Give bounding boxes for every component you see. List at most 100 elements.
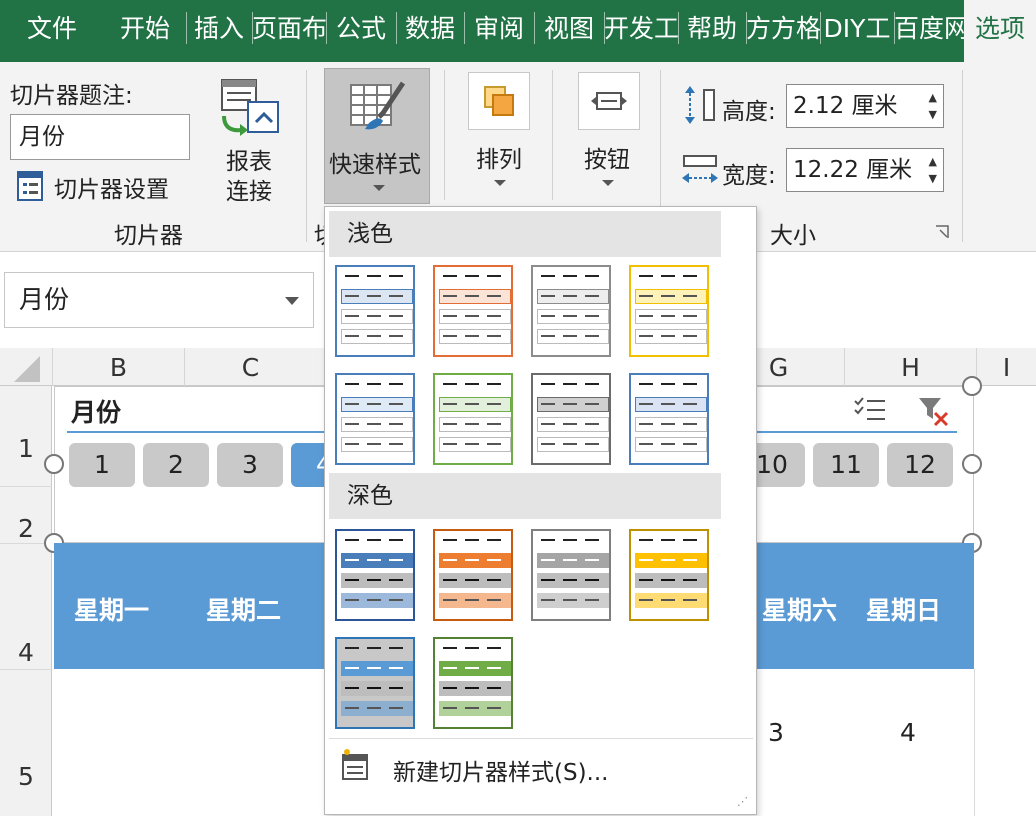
light-slicer-style-5[interactable] — [335, 373, 415, 465]
slicer-settings-button[interactable]: 切片器设置 — [54, 170, 169, 204]
buttons-button[interactable]: 按钮 — [584, 140, 630, 174]
style-preview-dash — [465, 295, 479, 297]
style-preview-dash — [563, 423, 577, 425]
resize-grip-icon[interactable]: ⋰ — [737, 795, 748, 808]
slicer-item-2[interactable]: 2 — [143, 443, 209, 487]
style-preview-dash — [345, 295, 359, 297]
buttons-icon[interactable] — [578, 72, 640, 130]
tab-data[interactable]: 数据 — [396, 0, 464, 62]
chevron-down-icon[interactable] — [285, 297, 299, 305]
dark-slicer-style-3[interactable] — [531, 529, 611, 621]
slicer-item-3[interactable]: 3 — [217, 443, 283, 487]
resize-handle[interactable] — [962, 454, 982, 474]
cell-h5[interactable]: 4 — [900, 718, 916, 747]
tab-home[interactable]: 开始 — [104, 0, 186, 62]
multi-select-icon[interactable] — [853, 395, 887, 425]
dark-slicer-style-5[interactable] — [335, 637, 415, 729]
tab-formulas[interactable]: 公式 — [326, 0, 396, 62]
style-preview-dash — [639, 539, 653, 541]
resize-handle[interactable] — [962, 376, 982, 396]
clear-filter-icon[interactable] — [917, 395, 951, 427]
report-connections-line2[interactable]: 连接 — [226, 172, 272, 206]
style-preview-dash — [389, 539, 403, 541]
style-preview-dash — [465, 275, 479, 277]
arrange-dropdown-icon — [494, 180, 506, 186]
style-preview-dash — [661, 539, 675, 541]
cell-g5[interactable]: 3 — [768, 718, 784, 747]
slicer-caption-input[interactable]: 月份 — [10, 114, 190, 160]
tab-developer[interactable]: 开发工 — [604, 0, 678, 62]
column-header-i[interactable]: I — [976, 348, 1036, 386]
style-preview-dash — [443, 647, 457, 649]
dark-slicer-style-4[interactable] — [629, 529, 709, 621]
style-preview-dash — [367, 559, 381, 561]
slicer-item-12[interactable]: 12 — [887, 443, 953, 487]
weekday-saturday: 星期六 — [762, 591, 837, 627]
select-all-icon[interactable] — [14, 356, 40, 382]
tab-diy[interactable]: DIY工 — [820, 0, 894, 62]
height-spinner[interactable]: 2.12 厘米 ▲▼ — [786, 84, 944, 128]
size-dialog-launcher-icon[interactable] — [934, 224, 950, 240]
report-connections-line1[interactable]: 报表 — [226, 142, 272, 176]
style-preview-dash — [487, 275, 501, 277]
style-preview-dash — [443, 315, 457, 317]
tab-file[interactable]: 文件 — [0, 0, 104, 62]
quick-styles-button[interactable]: 快速样式 — [324, 68, 430, 204]
tab-insert[interactable]: 插入 — [186, 0, 252, 62]
slicer-item-1[interactable]: 1 — [69, 443, 135, 487]
style-preview-dash — [487, 579, 501, 581]
style-preview-dash — [345, 687, 359, 689]
column-header-c[interactable]: C — [184, 348, 316, 386]
style-preview-dash — [661, 403, 675, 405]
tab-options[interactable]: 选项 — [964, 0, 1036, 62]
new-slicer-style-button[interactable]: 新建切片器样式(S)... — [393, 753, 608, 787]
report-connections-icon[interactable] — [218, 76, 282, 138]
style-preview-dash — [541, 295, 555, 297]
light-slicer-style-2[interactable] — [433, 265, 513, 357]
group-slicer-label: 切片器 — [114, 216, 183, 250]
row-header-5[interactable]: 5 — [0, 762, 52, 791]
style-preview-dash — [683, 335, 697, 337]
tab-fangfang[interactable]: 方方格 — [746, 0, 820, 62]
spinner-arrows-icon[interactable]: ▲▼ — [929, 89, 937, 123]
style-preview-dash — [639, 275, 653, 277]
slicer-settings-icon[interactable] — [16, 170, 46, 202]
tab-review[interactable]: 审阅 — [464, 0, 534, 62]
resize-handle[interactable] — [44, 454, 64, 474]
style-preview-dash — [389, 295, 403, 297]
light-slicer-style-8[interactable] — [629, 373, 709, 465]
style-preview-dash — [443, 383, 457, 385]
dark-slicer-style-2[interactable] — [433, 529, 513, 621]
tab-baidu[interactable]: 百度网 — [894, 0, 964, 62]
arrange-icon[interactable] — [468, 72, 530, 130]
light-slicer-style-3[interactable] — [531, 265, 611, 357]
style-preview-dash — [345, 707, 359, 709]
light-slicer-style-6[interactable] — [433, 373, 513, 465]
light-slicer-style-1[interactable] — [335, 265, 415, 357]
style-preview-dash — [541, 275, 555, 277]
style-preview-dash — [585, 559, 599, 561]
dark-slicer-style-6[interactable] — [433, 637, 513, 729]
style-preview-dash — [541, 579, 555, 581]
arrange-button[interactable]: 排列 — [476, 140, 522, 174]
tab-view[interactable]: 视图 — [534, 0, 604, 62]
light-slicer-style-4[interactable] — [629, 265, 709, 357]
column-header-b[interactable]: B — [52, 348, 184, 386]
width-spinner[interactable]: 12.22 厘米 ▲▼ — [786, 148, 944, 192]
light-slicer-style-7[interactable] — [531, 373, 611, 465]
style-preview-dash — [487, 403, 501, 405]
slicer-item-11[interactable]: 11 — [813, 443, 879, 487]
row-header-4[interactable]: 4 — [0, 638, 52, 667]
style-preview-dash — [683, 403, 697, 405]
dark-slicer-style-1[interactable] — [335, 529, 415, 621]
spinner-arrows-icon[interactable]: ▲▼ — [929, 153, 937, 187]
style-preview-dash — [683, 599, 697, 601]
column-header-h[interactable]: H — [844, 348, 976, 386]
tab-page-layout[interactable]: 页面布 — [252, 0, 326, 62]
name-box[interactable]: 月份 — [4, 272, 314, 328]
tab-help[interactable]: 帮助 — [678, 0, 746, 62]
slicer-caption-label: 切片器题注: — [10, 76, 133, 110]
style-preview-dash — [487, 443, 501, 445]
style-preview-dash — [639, 579, 653, 581]
style-preview-dash — [345, 315, 359, 317]
